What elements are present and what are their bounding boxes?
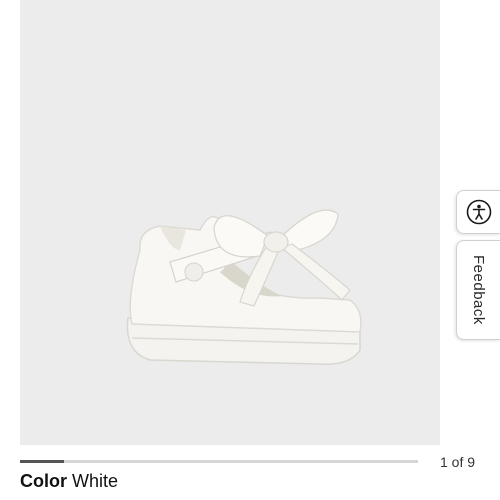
feedback-label: Feedback xyxy=(470,255,487,325)
accessibility-button[interactable] xyxy=(456,190,500,234)
color-selection-row: Color White xyxy=(20,471,118,492)
accessibility-icon xyxy=(466,199,491,225)
gallery-page-counter: 1 of 9 xyxy=(440,454,476,470)
feedback-tab[interactable]: Feedback xyxy=(456,240,500,340)
product-image xyxy=(126,209,362,365)
product-image-gallery[interactable] xyxy=(20,0,440,445)
color-value: White xyxy=(72,471,119,491)
color-label: Color xyxy=(20,471,67,491)
gallery-progress-fill xyxy=(20,460,65,463)
gallery-progress-bar xyxy=(20,460,418,463)
